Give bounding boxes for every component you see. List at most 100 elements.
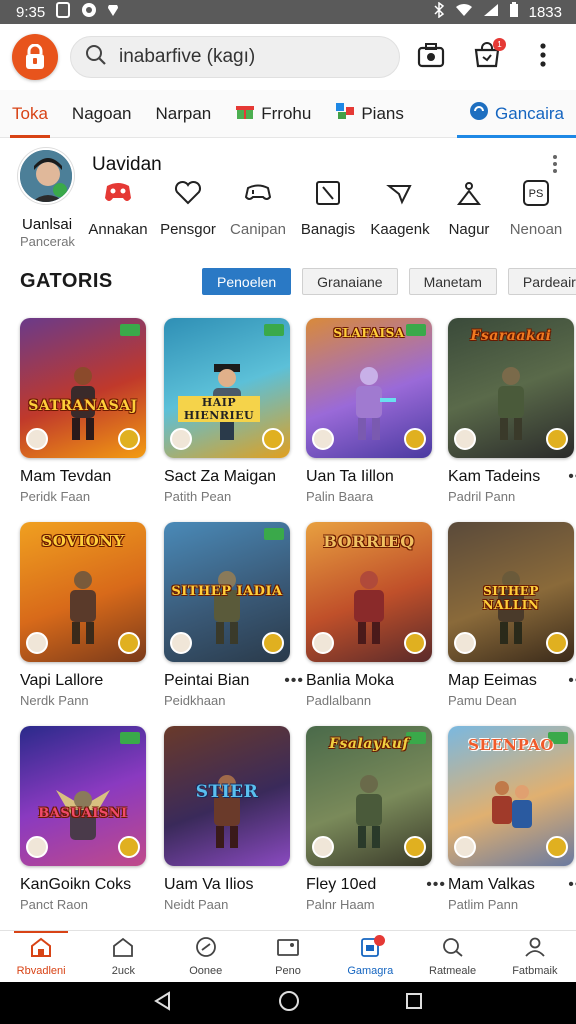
section-title: GATORIS: [20, 270, 113, 292]
coin-icon: [404, 632, 426, 654]
coin-icon: [546, 836, 568, 858]
game-title-art: SITHEP NALLIN: [482, 584, 540, 612]
creator-avatar: [170, 632, 192, 654]
game-card[interactable]: BORRIEQ Banlia Moka Padlalbann: [306, 522, 432, 708]
cart-button[interactable]: 1: [472, 38, 506, 72]
tab-frrohu[interactable]: Frrohu: [223, 90, 323, 138]
category-kaagenk[interactable]: Kaagenk: [360, 180, 440, 238]
nav-label: Ratmeale: [429, 964, 477, 977]
home-circle-icon[interactable]: [278, 990, 300, 1017]
game-name: KanGoikn Coks: [20, 876, 132, 893]
more-options-icon[interactable]: •••: [284, 672, 304, 690]
tab-label: Pians: [361, 103, 404, 123]
creator-avatar: [312, 428, 334, 450]
game-card[interactable]: SLAFAISA Uan Ta Iillon Palin Baara: [306, 318, 432, 504]
nav-ratmeale[interactable]: Ratmeale: [411, 931, 493, 982]
coin-icon: [546, 632, 568, 654]
notification-icon: [55, 2, 71, 22]
category-label: Annakan: [88, 221, 148, 238]
avatar[interactable]: [18, 148, 74, 204]
game-card[interactable]: Fsaraakai Kam Tadeins ••• Padril Pann: [448, 318, 576, 504]
controller-icon: [243, 180, 273, 211]
signal-icon: [483, 3, 499, 21]
more-options-icon[interactable]: •••: [568, 468, 576, 486]
recents-icon[interactable]: [405, 992, 423, 1015]
game-card[interactable]: HAIP HIENRIEU Sact Za Maigan Patith Pean: [164, 318, 290, 504]
search-input[interactable]: [119, 46, 369, 68]
nav-profile[interactable]: Fatbmaik: [494, 931, 576, 982]
chip-pardeairy[interactable]: Pardeairy: [507, 268, 576, 295]
more-options-icon[interactable]: •••: [426, 876, 446, 894]
tab-pians[interactable]: Pians: [323, 90, 416, 138]
chip-penoelen[interactable]: Penoelen: [202, 268, 292, 295]
tab-label: Toka: [12, 103, 48, 123]
game-name: Peintai Bian: [164, 672, 250, 689]
nav-peno[interactable]: Peno: [247, 931, 329, 982]
category-canipan[interactable]: Canipan: [218, 180, 298, 238]
coin-icon: [118, 632, 140, 654]
game-title-art: SEENPAO: [468, 736, 554, 754]
nav-label: Gamagra: [347, 964, 394, 977]
nav-home[interactable]: Rbvadleni: [0, 931, 82, 982]
character-art: [492, 781, 532, 828]
category-nenoan[interactable]: PS Nenoan: [496, 180, 576, 238]
game-name: Kam Tadeins: [448, 468, 541, 485]
game-publisher: Panct Raon: [20, 897, 88, 912]
category-annakan[interactable]: Annakan: [78, 180, 158, 238]
camera-button[interactable]: [416, 42, 446, 72]
profile-more-icon[interactable]: [552, 154, 558, 180]
category-label: Canipan: [230, 221, 286, 238]
game-thumbnail: Fsaraakai: [448, 318, 574, 458]
back-icon[interactable]: [153, 990, 173, 1016]
nav-label: 2uck: [111, 964, 136, 977]
tab-label: Gancaira: [495, 103, 564, 123]
game-title-art: SATRANASAJ: [28, 398, 138, 414]
game-title-art: BORRIEQ: [323, 532, 415, 551]
chip-manetam[interactable]: Manetam: [408, 268, 497, 295]
blocks-icon: [335, 102, 355, 125]
category-label: Banagis: [300, 221, 356, 238]
category-pensgor[interactable]: Pensgor: [148, 180, 228, 238]
tab-toka[interactable]: Toka: [0, 90, 60, 138]
game-card[interactable]: SITHEP IADIA Peintai Bian ••• Peidkhaan: [164, 522, 303, 708]
app-logo-icon[interactable]: [12, 34, 58, 80]
chip-granaiane[interactable]: Granaiane: [302, 268, 398, 295]
search-bar[interactable]: [70, 36, 400, 78]
tab-nagoan[interactable]: Nagoan: [60, 90, 144, 138]
screen-icon: [277, 937, 299, 962]
tab-narpan[interactable]: Narpan: [143, 90, 223, 138]
battery-text: 1833: [528, 3, 562, 21]
nav-oonee[interactable]: Oonee: [165, 931, 247, 982]
game-card[interactable]: SATRANASAJ Mam Tevdan Peridk Faan: [20, 318, 146, 504]
category-banagis[interactable]: Banagis: [288, 180, 368, 238]
user-sublabel: Pancerak: [20, 234, 75, 249]
game-card[interactable]: SEENPAO Mam Valkas ••• Patlim Pann: [448, 726, 576, 912]
camera-icon: [417, 42, 445, 73]
coin-icon: [118, 836, 140, 858]
nav-games[interactable]: Gamagra: [329, 931, 411, 982]
game-card[interactable]: STIER Uam Va Ilios Neidt Paan: [164, 726, 290, 912]
character-art: [214, 571, 240, 644]
game-publisher: Pamu Dean: [448, 693, 517, 708]
tab-label: Narpan: [155, 103, 212, 123]
game-publisher: Palin Baara: [306, 489, 374, 504]
more-options-icon[interactable]: •••: [568, 876, 576, 894]
gamepad-icon: [103, 180, 133, 211]
game-card[interactable]: BASUAISNI KanGoikn Coks Panct Raon: [20, 726, 146, 912]
status-bar: 9:35 1833: [0, 0, 576, 24]
game-name: Vapi Lallore: [20, 672, 104, 689]
creator-avatar: [454, 836, 476, 858]
game-card[interactable]: Fsalaykuf Fley 10ed ••• Palnr Haam: [306, 726, 445, 912]
game-card[interactable]: SITHEP NALLIN Map Eeimas ••• Pamu Dean: [448, 522, 576, 708]
tab-gancaira[interactable]: Gancaira: [457, 90, 576, 138]
creator-avatar: [454, 632, 476, 654]
game-title-art: HAIP HIENRIEU: [178, 396, 260, 422]
more-options-icon[interactable]: •••: [568, 672, 576, 690]
game-publisher: Padril Pann: [448, 489, 516, 504]
profile-category-row: Uavidan Uanlsai Pancerak Annakan Pensgor…: [0, 140, 576, 252]
nav-2uck[interactable]: 2uck: [82, 931, 164, 982]
overflow-menu-button[interactable]: [528, 42, 558, 72]
game-card[interactable]: SOVIONY Vapi Lallore Nerdk Pann: [20, 522, 146, 708]
game-publisher: Peridk Faan: [20, 489, 91, 504]
category-label: Kaagenk: [370, 221, 430, 238]
